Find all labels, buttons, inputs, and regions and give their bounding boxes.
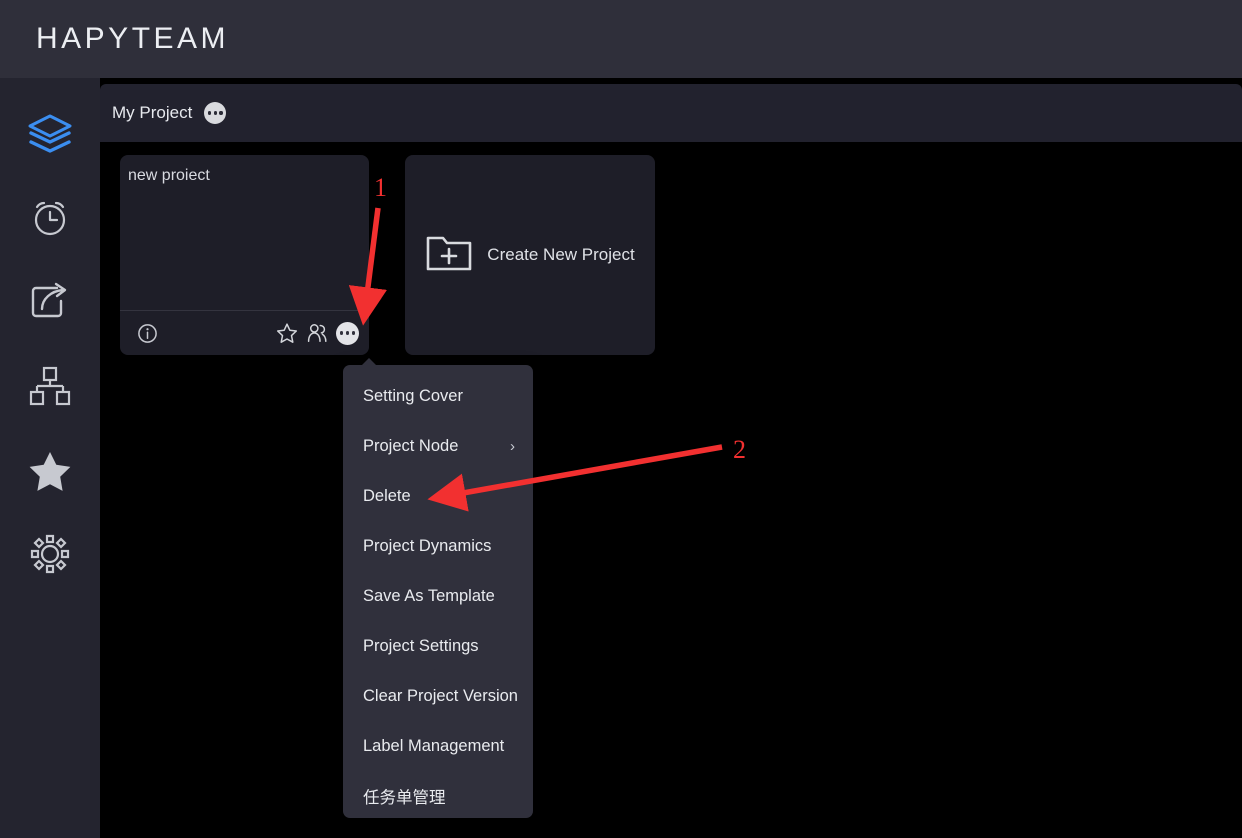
people-icon[interactable] [304, 320, 330, 346]
create-new-project-card[interactable]: Create New Project [405, 155, 655, 355]
panel-more-button[interactable] [204, 102, 227, 124]
project-card[interactable]: new proiect [120, 155, 369, 355]
create-new-project-label: Create New Project [487, 245, 635, 264]
menu-item-setting-cover[interactable]: Setting Cover [343, 371, 533, 421]
info-icon[interactable] [134, 320, 160, 346]
menu-item-label: Delete [363, 486, 411, 505]
menu-item-label: Setting Cover [363, 386, 463, 405]
dot [339, 331, 344, 335]
menu-item-task-order-management[interactable]: 任务单管理 [343, 771, 533, 821]
menu-item-label: Clear Project Version [363, 686, 518, 705]
menu-item-label: Save As Template [363, 586, 495, 605]
dot [219, 111, 223, 115]
share-export-icon [29, 281, 71, 323]
brand-title: HAPYTEAM [36, 22, 230, 55]
star-filled-icon [28, 448, 72, 492]
sidebar [0, 78, 100, 838]
project-context-menu: Setting Cover Project Node › Delete Proj… [343, 358, 533, 821]
folder-plus-icon [425, 232, 473, 279]
top-bar: HAPYTEAM [0, 0, 1242, 78]
menu-item-label: Project Settings [363, 636, 479, 655]
dot [207, 111, 212, 115]
project-card-footer [120, 310, 369, 355]
menu-item-label: 任务单管理 [363, 789, 446, 807]
sidebar-item-projects[interactable] [18, 102, 82, 166]
sidebar-item-settings[interactable] [18, 522, 82, 586]
sidebar-item-favorites[interactable] [18, 438, 82, 502]
app-root: HAPYTEAM My Project new proiect Create N… [0, 0, 1242, 838]
dot [213, 111, 217, 115]
alarm-clock-icon [28, 196, 72, 240]
gear-icon [28, 532, 72, 576]
project-card-ellipsis-button[interactable] [336, 321, 359, 345]
sitemap-icon [29, 365, 71, 407]
star-outline-icon[interactable] [274, 320, 300, 346]
dot [351, 331, 356, 335]
chevron-right-icon: › [510, 437, 515, 455]
panel-header: My Project [100, 84, 1242, 142]
sidebar-item-timeline[interactable] [18, 186, 82, 250]
menu-item-label-management[interactable]: Label Management [343, 721, 533, 771]
menu-item-clear-project-version[interactable]: Clear Project Version [343, 671, 533, 721]
project-card-list: new proiect Create New Project [120, 155, 655, 355]
page-title: My Project [112, 103, 193, 122]
sidebar-item-structure[interactable] [18, 354, 82, 418]
menu-item-label: Project Node [363, 436, 459, 455]
dot [345, 331, 350, 335]
menu-item-delete[interactable]: Delete [343, 471, 533, 521]
project-card-title: new proiect [128, 167, 210, 184]
menu-item-label: Project Dynamics [363, 536, 492, 555]
menu-item-label: Label Management [363, 736, 505, 755]
menu-item-project-node[interactable]: Project Node › [343, 421, 533, 471]
sidebar-item-share[interactable] [18, 270, 82, 334]
layers-icon [27, 112, 73, 156]
menu-item-project-settings[interactable]: Project Settings [343, 621, 533, 671]
menu-item-save-as-template[interactable]: Save As Template [343, 571, 533, 621]
menu-caret [361, 358, 377, 366]
menu-item-project-dynamics[interactable]: Project Dynamics [343, 521, 533, 571]
